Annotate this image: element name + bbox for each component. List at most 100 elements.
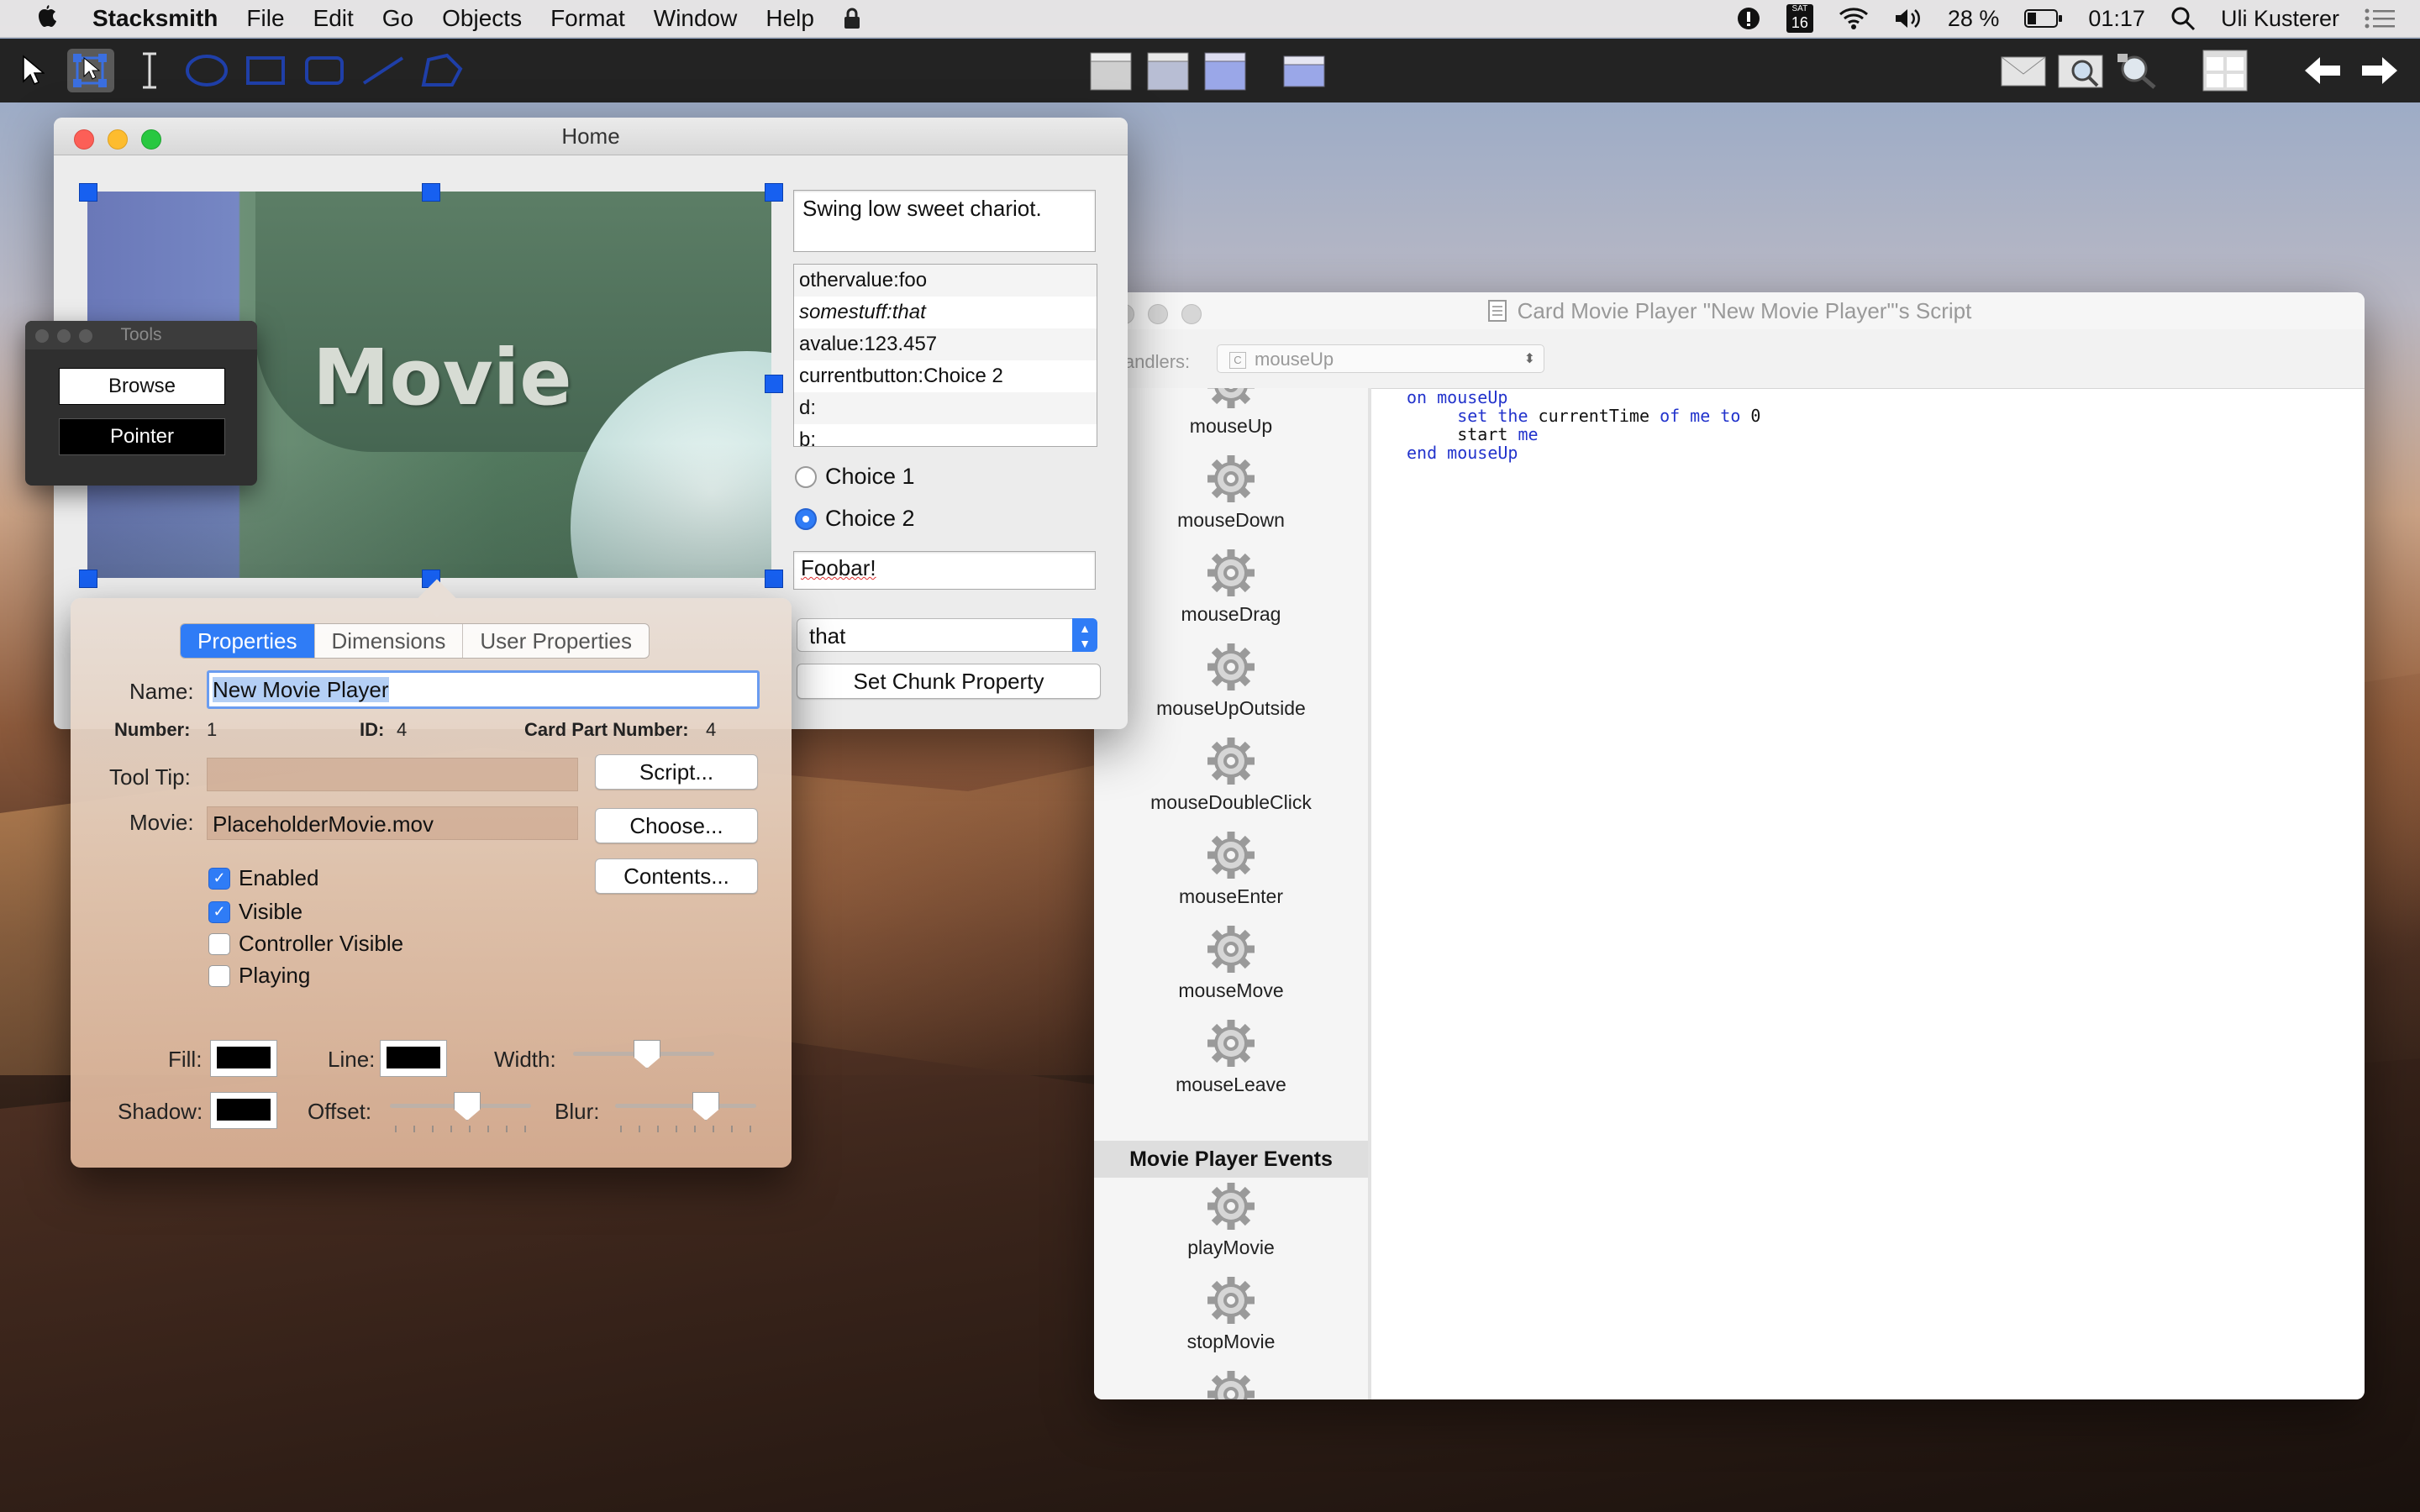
volume-icon[interactable] <box>1894 7 1923 30</box>
tab-user-properties[interactable]: User Properties <box>463 624 649 658</box>
pointer-tool-button[interactable] <box>67 49 114 92</box>
handler-item-mouseDown[interactable]: mouseDown <box>1094 452 1368 532</box>
resize-handle[interactable] <box>79 183 97 202</box>
handlers-popup[interactable]: C mouseUp ⬍ <box>1217 344 1544 373</box>
spotlight-search-icon[interactable] <box>2170 6 2196 31</box>
name-field[interactable]: New Movie Player <box>207 670 760 709</box>
list-item[interactable]: somestuff:that <box>794 297 1097 328</box>
slider-knob[interactable] <box>454 1092 481 1121</box>
menu-edit[interactable]: Edit <box>313 5 354 32</box>
overview-button[interactable] <box>2202 49 2249 92</box>
background-view-button[interactable] <box>1144 49 1192 92</box>
clock[interactable]: 01:17 <box>2088 6 2145 32</box>
blur-slider[interactable] <box>615 1092 756 1132</box>
home-window-titlebar[interactable]: Home <box>54 118 1128 155</box>
script-window-titlebar[interactable]: Card Movie Player "New Movie Player"'s S… <box>1094 292 2365 329</box>
rounded-rectangle-tool-button[interactable] <box>301 49 348 92</box>
minimize-button[interactable] <box>57 329 71 343</box>
handler-item-stopMovie[interactable]: stopMovie <box>1094 1273 1368 1353</box>
user-name[interactable]: Uli Kusterer <box>2221 6 2339 32</box>
battery-icon[interactable] <box>2024 8 2063 29</box>
set-chunk-property-button[interactable]: Set Chunk Property <box>797 664 1101 699</box>
slider-knob[interactable] <box>692 1092 719 1121</box>
zoom-button[interactable] <box>141 129 161 150</box>
handler-item-mouseDoubleClick[interactable]: mouseDoubleClick <box>1094 734 1368 814</box>
list-item[interactable]: avalue:123.457 <box>794 328 1097 360</box>
resize-handle[interactable] <box>765 375 783 393</box>
resize-handle[interactable] <box>79 570 97 588</box>
close-button[interactable] <box>35 329 49 343</box>
tab-dimensions[interactable]: Dimensions <box>315 624 464 658</box>
movie-field[interactable]: PlaceholderMovie.mov <box>207 806 578 840</box>
list-item[interactable]: b: <box>794 424 1097 446</box>
enabled-checkbox[interactable]: ✓ Enabled <box>208 865 318 891</box>
fill-color-well[interactable] <box>210 1040 277 1077</box>
radio-choice-1[interactable]: Choice 1 <box>795 464 915 490</box>
minimize-button[interactable] <box>1148 304 1168 324</box>
next-card-button[interactable] <box>2356 49 2403 92</box>
resize-handle[interactable] <box>422 183 440 202</box>
offset-slider[interactable] <box>390 1092 531 1132</box>
tooltip-field[interactable] <box>207 758 578 791</box>
oval-tool-button[interactable] <box>183 49 230 92</box>
browse-tool-button[interactable]: Browse <box>59 368 225 405</box>
handler-item-mouseEnter[interactable]: mouseEnter <box>1094 828 1368 908</box>
minimize-button[interactable] <box>108 129 128 150</box>
rectangle-tool-button[interactable] <box>242 49 289 92</box>
stack-view-button[interactable] <box>1087 49 1134 92</box>
script-editor[interactable]: on mouseUp set the currentTime of me to … <box>1407 388 1760 462</box>
playing-checkbox[interactable]: Playing <box>208 963 310 989</box>
info-status-icon[interactable] <box>1736 6 1761 31</box>
handler-item-timeChange[interactable]: timeChange <box>1094 1368 1368 1399</box>
resize-handle[interactable] <box>765 183 783 202</box>
line-color-well[interactable] <box>380 1040 447 1077</box>
handler-item-mouseLeave[interactable]: mouseLeave <box>1094 1016 1368 1096</box>
contents-button[interactable]: Contents... <box>595 858 758 894</box>
handler-item-playMovie[interactable]: playMovie <box>1094 1179 1368 1259</box>
tools-titlebar[interactable]: Tools <box>25 321 257 349</box>
previous-card-button[interactable] <box>2299 49 2346 92</box>
menu-app-name[interactable]: Stacksmith <box>92 5 218 32</box>
slider-knob[interactable] <box>634 1040 660 1068</box>
choose-button[interactable]: Choose... <box>595 808 758 843</box>
radio-choice-2[interactable]: Choice 2 <box>795 506 915 532</box>
list-item[interactable]: othervalue:foo <box>794 265 1097 297</box>
menu-go[interactable]: Go <box>382 5 413 32</box>
list-item[interactable]: currentbutton:Choice 2 <box>794 360 1097 392</box>
polygon-tool-button[interactable] <box>418 49 466 92</box>
line-tool-button[interactable] <box>360 49 407 92</box>
handler-item-mouseMove[interactable]: mouseMove <box>1094 922 1368 1002</box>
find-button[interactable] <box>2057 49 2104 92</box>
list-item[interactable]: d: <box>794 392 1097 424</box>
controller-visible-checkbox[interactable]: Controller Visible <box>208 931 403 957</box>
apple-menu-icon[interactable] <box>34 4 59 33</box>
layer-view-button[interactable] <box>1281 49 1328 92</box>
width-slider[interactable] <box>573 1040 714 1068</box>
handler-item-mouseDrag[interactable]: mouseDrag <box>1094 546 1368 626</box>
text-tool-button[interactable] <box>126 49 173 92</box>
value-popup[interactable]: that ▲ ▼ <box>797 618 1097 652</box>
close-button[interactable] <box>74 129 94 150</box>
zoom-button[interactable] <box>79 329 92 343</box>
visible-checkbox[interactable]: ✓ Visible <box>208 899 302 925</box>
menu-format[interactable]: Format <box>550 5 625 32</box>
handler-item-mouseUpOutside[interactable]: mouseUpOutside <box>1094 640 1368 720</box>
handler-item-mouseUp[interactable]: mouseUp <box>1094 388 1368 438</box>
menu-file[interactable]: File <box>246 5 284 32</box>
menu-objects[interactable]: Objects <box>442 5 522 32</box>
notification-center-icon[interactable] <box>2365 8 2395 29</box>
shadow-color-well[interactable] <box>210 1092 277 1129</box>
wifi-icon[interactable] <box>1839 7 1869 30</box>
browse-tool-button[interactable] <box>8 49 55 92</box>
inspector-button[interactable] <box>2114 49 2161 92</box>
pointer-tool-button[interactable]: Pointer <box>59 418 225 455</box>
foobar-field[interactable]: Foobar! <box>793 551 1096 590</box>
text-field[interactable]: Swing low sweet chariot. <box>793 190 1096 252</box>
script-button[interactable]: Script... <box>595 754 758 790</box>
card-view-button[interactable] <box>1202 49 1249 92</box>
menu-help[interactable]: Help <box>765 5 814 32</box>
resize-handle[interactable] <box>765 570 783 588</box>
menu-window[interactable]: Window <box>654 5 738 32</box>
list-field[interactable]: othervalue:foo somestuff:that avalue:123… <box>793 264 1097 447</box>
message-box-button[interactable] <box>2000 49 2047 92</box>
